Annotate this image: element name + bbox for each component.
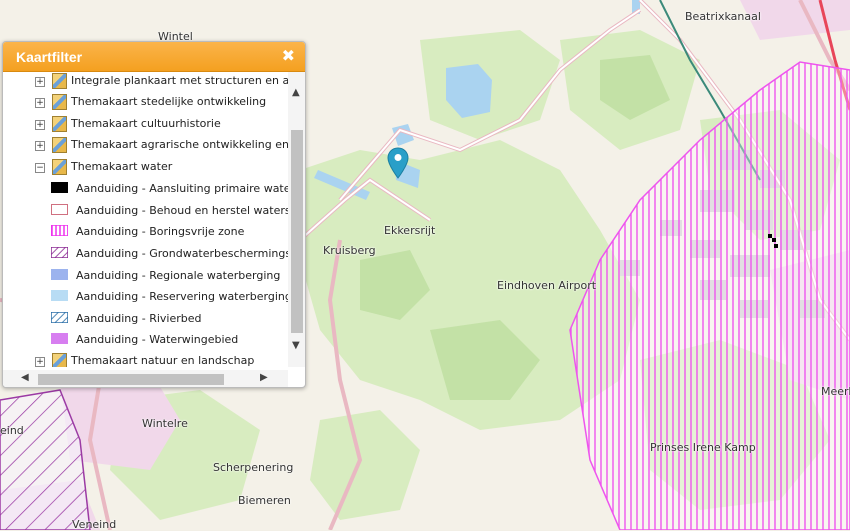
place-label-beatrixkanaal: Beatrixkanaal [685, 10, 761, 23]
map-layer-icon [52, 73, 67, 89]
expand-toggle-icon[interactable]: + [35, 120, 45, 130]
legend-swatch [51, 182, 68, 193]
legend-item-behoud-herstel-watersystemen[interactable]: Aanduiding - Behoud en herstel watersyst… [3, 202, 288, 222]
scroll-right-icon[interactable]: ▶ [260, 372, 268, 383]
vertical-scrollbar[interactable]: ▲ ▼ [288, 72, 305, 367]
tree-item-integrale-plankaart[interactable]: + Integrale plankaart met structuren en … [3, 72, 288, 92]
legend-item-grondwaterbeschermingsgebied[interactable]: Aanduiding - Grondwaterbeschermingsgebie… [3, 245, 288, 265]
legend-item-boringsvrije-zone[interactable]: Aanduiding - Boringsvrije zone [3, 223, 288, 243]
legend-item-reservering-waterberging[interactable]: Aanduiding - Reservering waterberging [3, 288, 288, 308]
kaartfilter-panel: Kaartfilter ✖ + Integrale plankaart met … [2, 41, 306, 388]
tree-item-stedelijke-ontwikkeling[interactable]: + Themakaart stedelijke ontwikkeling [3, 93, 288, 113]
place-label-wintelre: Wintelre [142, 417, 188, 430]
scroll-up-icon[interactable]: ▲ [292, 87, 300, 98]
place-label-eindhoven-airport: Eindhoven Airport [497, 279, 597, 292]
legend-swatch [51, 225, 68, 236]
legend-label: Aanduiding - Reservering waterberging [76, 290, 288, 303]
tree-item-label: Themakaart natuur en landschap [71, 354, 255, 367]
panel-title: Kaartfilter [16, 49, 83, 65]
map-layer-icon [52, 116, 67, 132]
expand-toggle-icon[interactable]: + [35, 357, 45, 367]
legend-label: Aanduiding - Aansluiting primaire waterk… [76, 182, 288, 195]
map-layer-icon [52, 94, 67, 110]
place-label-prinses-irene-kamp: Prinses Irene Kamp [650, 441, 756, 454]
horizontal-scrollbar[interactable]: ◀ ▶ [3, 370, 288, 387]
map-layer-icon [52, 353, 67, 367]
place-label-kruisberg: Kruisberg [323, 244, 376, 257]
place-label-ekkersrijt: Ekkersrijt [384, 224, 436, 237]
vertical-scroll-thumb[interactable] [291, 130, 303, 333]
tree-item-label: Themakaart stedelijke ontwikkeling [71, 95, 267, 108]
legend-swatch [51, 333, 68, 344]
legend-swatch [51, 290, 68, 301]
tree-item-agrarische-ontwikkeling[interactable]: + Themakaart agrarische ontwikkeling en … [3, 136, 288, 156]
place-label-veneind: Veneind [72, 518, 117, 531]
tree-item-label: Themakaart agrarische ontwikkeling en wi… [71, 138, 288, 151]
legend-swatch [51, 269, 68, 280]
legend-item-aansluiting-primaire-waterkering[interactable]: Aanduiding - Aansluiting primaire waterk… [3, 180, 288, 200]
place-label-veneind-top: eind [0, 424, 24, 437]
tree-item-label: Themakaart water [71, 160, 173, 173]
tree-item-label: Integrale plankaart met structuren en aa… [71, 74, 288, 87]
close-icon[interactable]: ✖ [282, 46, 295, 65]
map-layer-icon [52, 137, 67, 153]
legend-item-waterwingebied[interactable]: Aanduiding - Waterwingebied [3, 331, 288, 351]
legend-item-regionale-waterberging[interactable]: Aanduiding - Regionale waterberging [3, 267, 288, 287]
place-label-meerh: Meerh [821, 385, 850, 398]
tree-item-label: Themakaart cultuurhistorie [71, 117, 221, 130]
scroll-down-icon[interactable]: ▼ [292, 340, 300, 351]
panel-header[interactable]: Kaartfilter ✖ [3, 42, 305, 72]
legend-item-rivierbed[interactable]: Aanduiding - Rivierbed [3, 310, 288, 330]
tree-item-natuur-landschap[interactable]: + Themakaart natuur en landschap [3, 352, 288, 367]
legend-swatch [51, 204, 68, 215]
tree-item-cultuurhistorie[interactable]: + Themakaart cultuurhistorie [3, 115, 288, 135]
scroll-left-icon[interactable]: ◀ [21, 372, 29, 383]
legend-label: Aanduiding - Waterwingebied [76, 333, 239, 346]
expand-toggle-icon[interactable]: + [35, 77, 45, 87]
legend-label: Aanduiding - Grondwaterbeschermingsgebie… [76, 247, 288, 260]
expand-toggle-icon[interactable]: + [35, 98, 45, 108]
tree-item-water[interactable]: − Themakaart water [3, 158, 288, 178]
legend-swatch [51, 312, 68, 323]
location-pin-icon[interactable] [387, 147, 409, 179]
horizontal-scroll-thumb[interactable] [38, 374, 224, 385]
legend-label: Aanduiding - Regionale waterberging [76, 269, 281, 282]
layer-tree: + Integrale plankaart met structuren en … [3, 72, 288, 367]
legend-label: Aanduiding - Behoud en herstel watersyst… [76, 204, 288, 217]
legend-label: Aanduiding - Rivierbed [76, 312, 202, 325]
expand-toggle-icon[interactable]: + [35, 141, 45, 151]
legend-label: Aanduiding - Boringsvrije zone [76, 225, 245, 238]
place-label-biemeren: Biemeren [238, 494, 291, 507]
map-layer-icon [52, 159, 67, 175]
legend-swatch [51, 247, 68, 258]
place-label-scherpenering: Scherpenering [213, 461, 294, 474]
collapse-toggle-icon[interactable]: − [35, 163, 45, 173]
